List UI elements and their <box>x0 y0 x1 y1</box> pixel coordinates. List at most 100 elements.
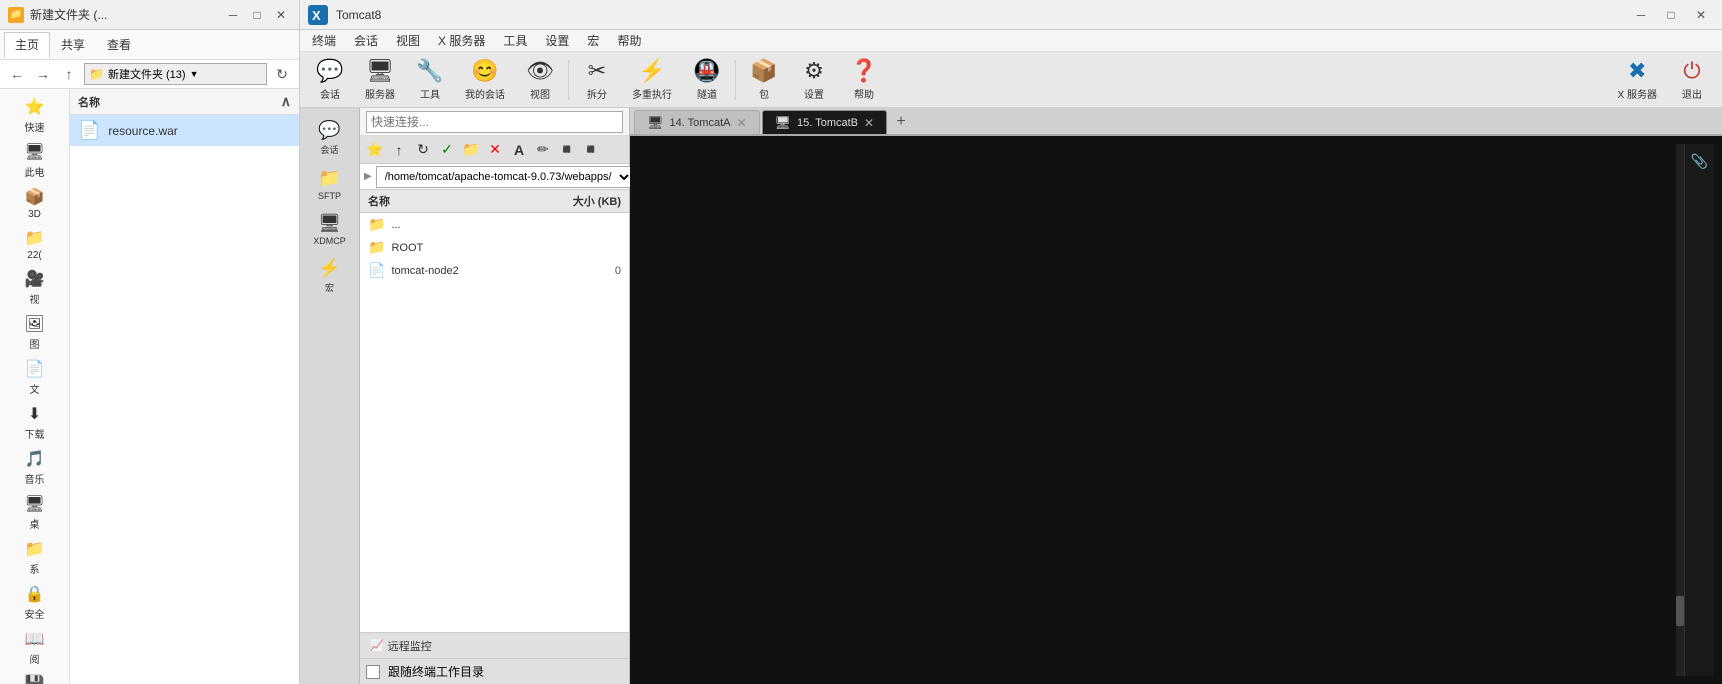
sftp-remote-monitor-btn[interactable]: 📈 远程监控 <box>366 636 436 656</box>
sftp-btn-delete[interactable]: ✕ <box>484 139 506 161</box>
address-path[interactable]: 📁 新建文件夹 (13) ▼ <box>84 63 267 85</box>
sidebar-item-source[interactable]: 💾 源 <box>0 670 69 684</box>
tab-tomcat-b-close[interactable]: ✕ <box>864 116 874 130</box>
maximize-button[interactable]: □ <box>247 5 267 25</box>
toolbar-mysession-btn[interactable]: 😊 我的会话 <box>458 55 512 104</box>
toolbar-package-btn[interactable]: 📦 包 <box>742 55 786 104</box>
sftp-file-item-root[interactable]: 📁 ROOT <box>360 236 629 259</box>
menu-item-macro[interactable]: 宏 <box>579 30 607 51</box>
menu-item-xserver[interactable]: X 服务器 <box>430 30 493 51</box>
sidebar-macros-label: 宏 <box>325 281 334 294</box>
toolbar-help-label: 帮助 <box>854 86 874 101</box>
tab-tomcat-a-close[interactable]: ✕ <box>736 116 746 130</box>
quick-connect-input[interactable] <box>366 111 623 133</box>
tools-icon: 🔧 <box>416 58 443 84</box>
mobaxterm-sidebar: 💬 会话 📁 SFTP 🖥 XDMCP ⚡ 宏 <box>300 108 360 684</box>
tab-tomcat-b[interactable]: 🖥 15. TomcatB ✕ <box>762 110 888 134</box>
file-item-resource-war[interactable]: 📄 resource.war <box>70 115 299 146</box>
sidebar-item-music[interactable]: 🎵 音乐 <box>0 445 69 490</box>
mobaxterm-close-button[interactable]: ✕ <box>1688 5 1714 25</box>
sftp-btn-up[interactable]: ↑ <box>388 139 410 161</box>
help-icon: ❓ <box>850 58 877 84</box>
toolbar-multiexec-btn[interactable]: ⚡ 多重执行 <box>625 55 679 104</box>
toolbar-package-label: 包 <box>759 86 769 101</box>
menu-item-settings[interactable]: 设置 <box>537 30 577 51</box>
menu-item-terminal[interactable]: 终端 <box>304 30 344 51</box>
xserver-action-btn[interactable]: ✖ X 服务器 <box>1611 55 1664 104</box>
toolbar-settings-btn[interactable]: ⚙ 设置 <box>792 55 836 104</box>
sidebar-label-pc: 此电 <box>25 164 45 179</box>
split-icon: ✂ <box>588 58 606 84</box>
toolbar-split-btn[interactable]: ✂ 拆分 <box>575 55 619 104</box>
sidebar-item-desktop[interactable]: 🖥 桌 <box>0 490 69 535</box>
sidebar-item-quick[interactable]: ⭐ 快速 <box>0 93 69 138</box>
ribbon-tab-view[interactable]: 查看 <box>96 32 142 57</box>
sftp-btn-check[interactable]: ✓ <box>436 139 458 161</box>
menu-item-tools[interactable]: 工具 <box>495 30 535 51</box>
sftp-follow-checkbox[interactable] <box>366 665 380 679</box>
add-tab-button[interactable]: + <box>889 110 913 134</box>
sftp-path-select[interactable]: /home/tomcat/apache-tomcat-9.0.73/webapp… <box>376 166 633 188</box>
toolbar-tunnel-btn[interactable]: 🚇 隧道 <box>685 55 729 104</box>
sidebar-item-pictures[interactable]: 🖼 图 <box>0 310 69 355</box>
address-dropdown-arrow[interactable]: ▼ <box>190 69 199 79</box>
toolbar-help-btn[interactable]: ❓ 帮助 <box>842 55 886 104</box>
sidebar-item-system[interactable]: 📁 系 <box>0 535 69 580</box>
forward-button[interactable]: → <box>32 63 54 85</box>
terminal-screen[interactable]: 📎 <box>630 136 1722 684</box>
sftp-btn-black2[interactable]: ◾ <box>580 139 602 161</box>
sidebar-item-macros[interactable]: ⚡ 宏 <box>303 254 357 298</box>
close-button[interactable]: ✕ <box>271 5 291 25</box>
sidebar-item-pc[interactable]: 🖥 此电 <box>0 138 69 183</box>
folder-icon-22: 📁 <box>25 228 45 248</box>
terminal-scrollbar-thumb[interactable] <box>1676 596 1684 626</box>
terminal-right-icon-1[interactable]: 📎 <box>1689 152 1710 173</box>
ribbon-tab-share[interactable]: 共享 <box>50 32 96 57</box>
sftp-btn-edit[interactable]: ✏ <box>532 139 554 161</box>
menu-item-session[interactable]: 会话 <box>346 30 386 51</box>
sidebar-item-xdmcp[interactable]: 🖥 XDMCP <box>303 209 357 250</box>
sidebar-item-22[interactable]: 📁 22( <box>0 224 69 265</box>
menu-item-view[interactable]: 视图 <box>388 30 428 51</box>
sidebar-label-reader: 阅 <box>30 651 40 666</box>
toolbar-tools-btn[interactable]: 🔧 工具 <box>408 55 452 104</box>
mobaxterm-minimize-button[interactable]: ─ <box>1628 5 1654 25</box>
sidebar-item-sftp[interactable]: 📁 SFTP <box>303 164 357 205</box>
explorer-app-icon: 📁 <box>8 7 24 23</box>
mobaxterm-panel: X Tomcat8 ─ □ ✕ 终端 会话 视图 X 服务器 工具 设置 宏 帮… <box>300 0 1722 684</box>
menu-item-help[interactable]: 帮助 <box>609 30 649 51</box>
toolbar-view-btn[interactable]: 👁 视图 <box>518 55 562 104</box>
sftp-btn-rename[interactable]: A <box>508 139 530 161</box>
mobaxterm-maximize-button[interactable]: □ <box>1658 5 1684 25</box>
sftp-column-size: 大小 (KB) <box>561 193 621 209</box>
toolbar-server-btn[interactable]: 🖥 服务器 <box>358 55 402 104</box>
sftp-file-item-parent[interactable]: 📁 ... <box>360 213 629 236</box>
sidebar-item-sessions[interactable]: 💬 会话 <box>303 116 357 160</box>
terminal-right-icons: 📎 <box>1684 144 1714 676</box>
toolbar-session-btn[interactable]: 💬 会话 <box>308 55 352 104</box>
sidebar-item-reader[interactable]: 📖 阅 <box>0 625 69 670</box>
system-icon: 📁 <box>25 539 45 559</box>
sftp-btn-refresh[interactable]: ↻ <box>412 139 434 161</box>
sftp-btn-black1[interactable]: ◾ <box>556 139 578 161</box>
sftp-btn-bookmark[interactable]: ⭐ <box>364 139 386 161</box>
terminal-scrollbar[interactable] <box>1676 144 1684 676</box>
sidebar-item-downloads[interactable]: ⬇ 下载 <box>0 400 69 445</box>
sidebar-item-video[interactable]: 🎥 视 <box>0 265 69 310</box>
sftp-file-item-node2[interactable]: 📄 tomcat-node2 0 <box>360 259 629 282</box>
sftp-btn-newfolder[interactable]: 📁 <box>460 139 482 161</box>
back-button[interactable]: ← <box>6 63 28 85</box>
refresh-button[interactable]: ↻ <box>271 63 293 85</box>
sidebar-xdmcp-label: XDMCP <box>313 236 346 246</box>
up-button[interactable]: ↑ <box>58 63 80 85</box>
sidebar-label-desktop: 桌 <box>30 516 40 531</box>
sidebar-item-3d[interactable]: 📦 3D <box>0 183 69 224</box>
exit-action-btn[interactable]: ⏻ 退出 <box>1670 55 1714 104</box>
ribbon-tab-home[interactable]: 主页 <box>4 32 50 58</box>
minimize-button[interactable]: ─ <box>223 5 243 25</box>
sidebar-item-security[interactable]: 🔒 安全 <box>0 580 69 625</box>
collapse-button[interactable]: ∧ <box>281 93 291 110</box>
sidebar-label-22: 22( <box>27 250 41 261</box>
tab-tomcat-a[interactable]: 🖥 14. TomcatA ✕ <box>634 110 760 134</box>
sidebar-item-docs[interactable]: 📄 文 <box>0 355 69 400</box>
